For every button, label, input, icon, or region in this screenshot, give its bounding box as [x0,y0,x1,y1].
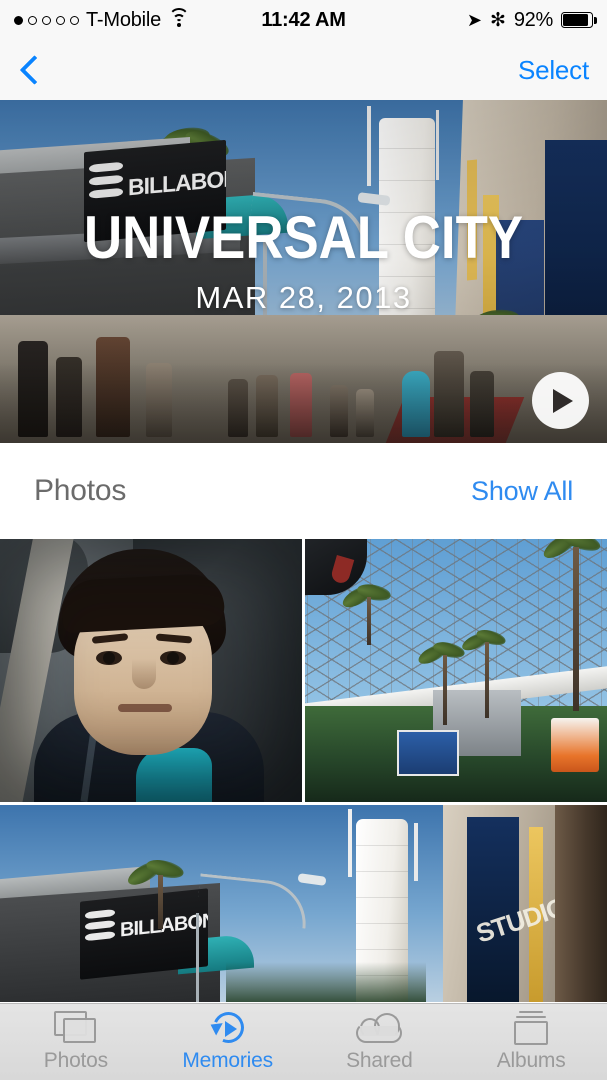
photos-stack-icon [53,1011,98,1044]
cloud-icon [356,1012,403,1043]
signal-dot-4 [56,15,65,25]
albums-stack-icon [512,1010,550,1045]
hero-text-block: UNIVERSAL CITY MAR 28, 2013 [0,208,607,316]
status-bar-left: T-Mobile [14,8,190,32]
tab-shared-label: Shared [346,1049,413,1072]
photo-portrait-selfie[interactable] [0,539,302,802]
play-memory-movie-button[interactable] [532,372,589,429]
signal-dot-3 [42,15,51,25]
signal-strength-dots [14,15,79,25]
tab-memories[interactable]: Memories [152,1004,304,1080]
signal-dot-5 [70,15,79,25]
tab-bar: Photos Memories Shared Albums [0,1003,607,1080]
photo-grid: BILLABONG STUDIO [0,539,607,1002]
status-bar: T-Mobile 11:42 AM ➤ ✻ 92% [0,0,607,40]
photo-universal-citywalk[interactable]: BILLABONG STUDIO [0,805,607,1002]
photo-grid-row [0,539,607,802]
location-arrow-icon: ➤ [466,10,482,30]
tab-memories-label: Memories [182,1049,273,1072]
battery-percent-label: 92% [513,8,553,31]
tab-photos[interactable]: Photos [0,1004,152,1080]
bluetooth-icon: ✻ [489,9,506,31]
battery-icon [561,12,597,28]
navigation-bar: Select [0,40,607,100]
select-button[interactable]: Select [518,55,589,86]
back-button[interactable] [18,50,46,90]
show-all-button[interactable]: Show All [471,476,573,507]
memories-replay-icon [206,1006,249,1048]
tab-photos-label: Photos [43,1049,108,1072]
section-title: Photos [34,474,127,507]
memory-hero-banner[interactable]: BILLABONG UNIVERSAL CITY M [0,100,607,443]
memory-date: MAR 28, 2013 [195,280,412,315]
status-bar-right: ➤ ✻ 92% [466,8,597,32]
photo-grid-row: BILLABONG STUDIO [0,805,607,1002]
photo-geodesic-dome[interactable] [305,539,607,802]
photos-section-header: Photos Show All [0,443,607,539]
signal-dot-1 [14,15,23,25]
carrier-label: T-Mobile [86,8,162,31]
wifi-icon [168,8,190,28]
tab-albums[interactable]: Albums [455,1004,607,1080]
memory-title: UNIVERSAL CITY [83,204,524,271]
tab-shared[interactable]: Shared [304,1004,456,1080]
signal-dot-2 [28,15,37,25]
play-icon [553,388,573,413]
tab-albums-label: Albums [496,1049,566,1072]
photos-memory-detail-screen: T-Mobile 11:42 AM ➤ ✻ 92% Select UNIVERS… [0,0,607,1080]
